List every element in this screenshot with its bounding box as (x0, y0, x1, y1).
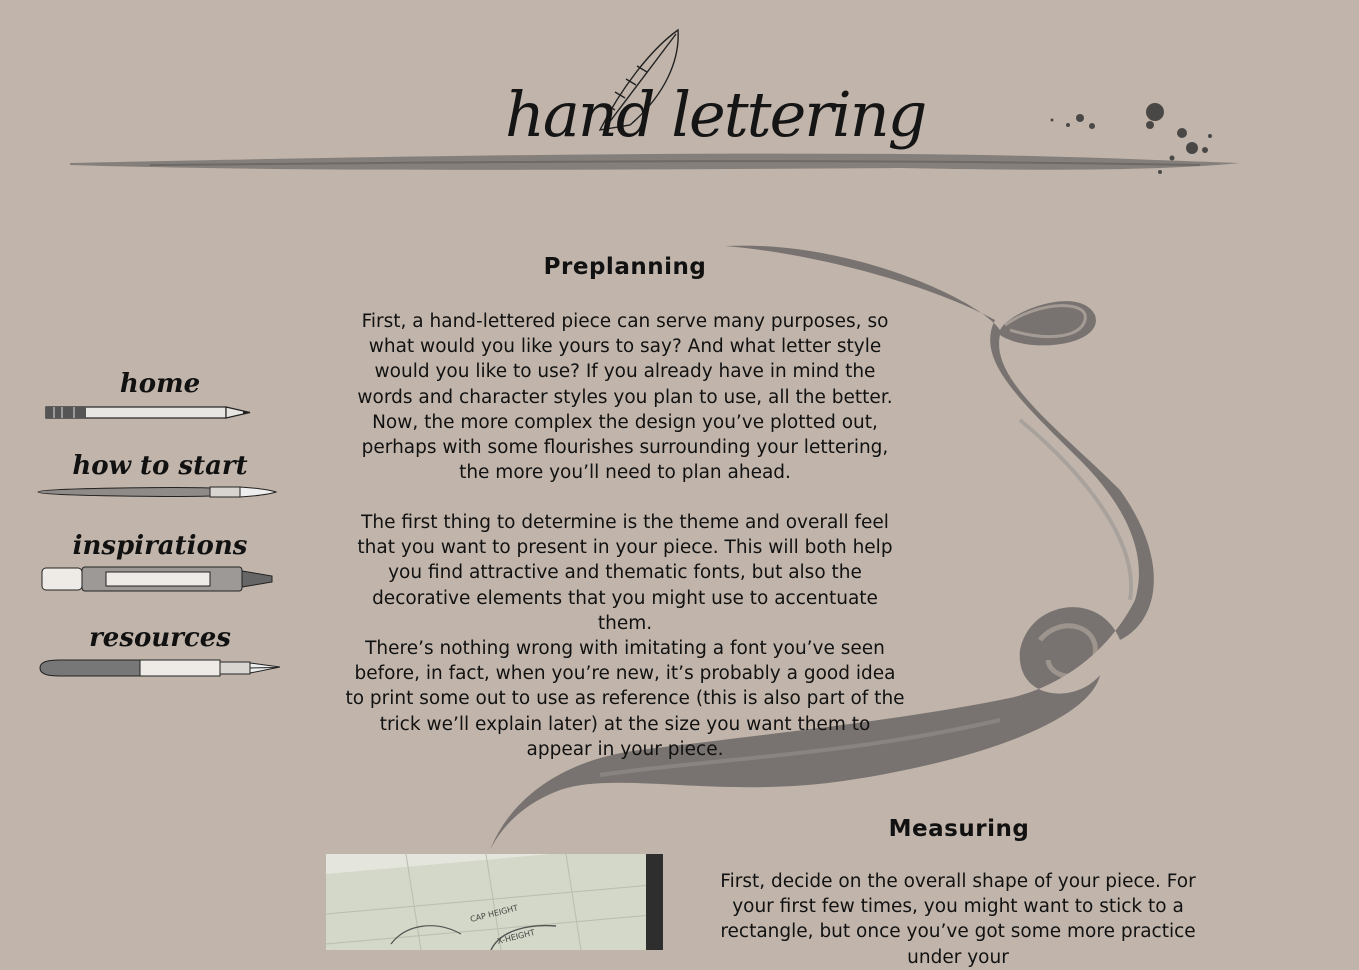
pencil-icon (45, 406, 251, 419)
nav-resources[interactable]: resources (30, 622, 290, 680)
grid-paper-image: CAP HEIGHT X-HEIGHT (326, 854, 663, 950)
nav-inspirations[interactable]: inspirations (30, 530, 290, 594)
nav-how-to-start-label: how to start (72, 451, 248, 481)
nav-home-label: home (119, 369, 201, 399)
site-logo[interactable]: hand lettering (505, 70, 927, 160)
nav-resources-label: resources (89, 623, 231, 653)
section-title-preplanning: Preplanning (543, 254, 707, 280)
fountain-pen-icon (39, 659, 281, 677)
nav-inspirations-label: inspirations (72, 531, 248, 561)
preplanning-paragraph-3: There’s nothing wrong with imitating a f… (345, 638, 905, 760)
nav-home[interactable]: home (30, 368, 290, 424)
marker-icon (41, 566, 273, 592)
section-title-measuring: Measuring (888, 816, 1030, 842)
preplanning-paragraph-1: First, a hand-lettered piece can serve m… (357, 311, 893, 484)
brush-icon (37, 486, 278, 498)
nav-how-to-start[interactable]: how to start (30, 450, 290, 500)
preplanning-paragraph-2: The first thing to determine is the them… (357, 512, 893, 634)
measuring-photo: CAP HEIGHT X-HEIGHT (326, 854, 663, 950)
measuring-paragraph: First, decide on the overall shape of yo… (720, 871, 1196, 968)
